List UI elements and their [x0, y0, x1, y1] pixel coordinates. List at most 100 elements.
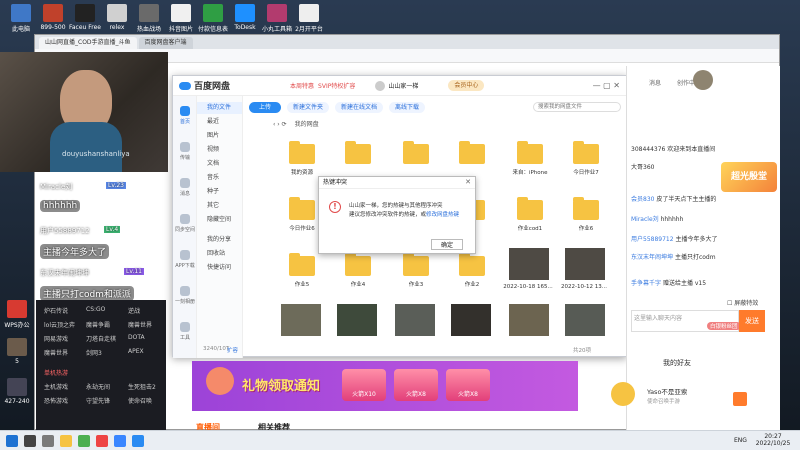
ok-button[interactable]: 确定: [431, 239, 463, 250]
friend-name[interactable]: Yaso不是亚索: [647, 386, 687, 396]
fan-club-tag[interactable]: 白银粉丝团: [707, 322, 741, 330]
folder-icon[interactable]: [573, 197, 599, 220]
exit-icon[interactable]: [733, 392, 747, 406]
promo-link[interactable]: SVIP特权扩容: [318, 81, 355, 90]
video-thumbnail[interactable]: [451, 304, 491, 336]
nav-item[interactable]: 我的文件: [197, 102, 242, 114]
gift-ticket[interactable]: 火箭X8: [394, 369, 438, 401]
folder-icon[interactable]: [403, 253, 429, 276]
window-controls[interactable]: — ▢ ✕: [593, 81, 620, 90]
game-category-link[interactable]: 炉石传说: [44, 306, 68, 315]
folder-icon[interactable]: [573, 141, 599, 164]
member-center-button[interactable]: 会员中心: [448, 80, 485, 91]
video-thumbnail[interactable]: [565, 304, 605, 336]
folder-icon[interactable]: [289, 197, 315, 220]
folder-label[interactable]: 作业5: [277, 280, 327, 288]
game-category-link[interactable]: 主机游戏: [44, 382, 68, 391]
side-rail-item[interactable]: 同步空间: [173, 214, 197, 233]
chat-username[interactable]: Miracle刘: [631, 216, 659, 223]
gift-banner[interactable]: 礼物领取通知 火箭X10 火箭X8 火箭X8: [192, 361, 578, 411]
nav-item[interactable]: 图片: [197, 130, 242, 142]
chat-username[interactable]: 用户55889712: [631, 236, 674, 243]
pan-username[interactable]: 山山家一梯: [388, 81, 418, 90]
folder-icon[interactable]: [459, 253, 485, 276]
desktop-icon[interactable]: 427-240: [0, 378, 34, 405]
folder-label[interactable]: 作业3: [391, 280, 441, 288]
desktop-icon[interactable]: ToDesk: [228, 4, 262, 31]
folder-label[interactable]: 我的资源: [277, 168, 327, 176]
new-folder-button[interactable]: 新建文件夹: [287, 101, 330, 113]
folder-icon[interactable]: [345, 141, 371, 164]
side-rail-item[interactable]: 消息: [173, 178, 197, 197]
wechat-icon[interactable]: [78, 435, 90, 447]
nav-item[interactable]: 最近: [197, 116, 242, 128]
nav-arrows-icon[interactable]: ‹ › ⟳: [273, 121, 287, 128]
search-input[interactable]: [533, 102, 621, 112]
desktop-icon[interactable]: 热血战场: [132, 4, 166, 33]
start-icon[interactable]: [6, 435, 18, 447]
tab-stream[interactable]: 山山网直播_COD手游直播_斗鱼: [39, 37, 137, 49]
search-icon[interactable]: [24, 435, 36, 447]
video-thumbnail[interactable]: [565, 248, 605, 280]
folder-icon[interactable]: [517, 141, 543, 164]
nav-item[interactable]: 隐藏空间: [197, 214, 242, 226]
promo-link[interactable]: 本周特惠: [290, 81, 314, 90]
game-category-link[interactable]: 使命召唤: [128, 396, 152, 405]
chat-username[interactable]: 东汉末年闹坤坤: [631, 254, 673, 261]
promo-badge[interactable]: 超光殷堂: [721, 162, 777, 192]
game-category-link[interactable]: APEX: [128, 348, 144, 355]
folder-label[interactable]: 作业2: [447, 280, 497, 288]
game-category-link[interactable]: 魔兽世界: [128, 320, 152, 329]
nav-item[interactable]: 我的分享: [197, 234, 242, 246]
video-label[interactable]: 2022-10-12 13...: [559, 284, 609, 290]
game-category-link[interactable]: 恐怖游戏: [44, 396, 68, 405]
desktop-icon[interactable]: 小丸工具箱: [260, 4, 294, 33]
side-rail-item[interactable]: 传输: [173, 142, 197, 161]
video-thumbnail[interactable]: [509, 304, 549, 336]
side-rail-item[interactable]: 工具: [173, 322, 197, 341]
side-rail-item[interactable]: 一刻相册: [173, 286, 197, 305]
game-category-link[interactable]: CS:GO: [86, 306, 105, 313]
desktop-icon[interactable]: Faceu Free: [68, 4, 102, 31]
folder-label[interactable]: 来自：iPhone: [505, 168, 555, 176]
desktop-icon[interactable]: relex: [100, 4, 134, 31]
folder-icon[interactable]: [289, 253, 315, 276]
game-category-link[interactable]: 守望先锋: [86, 396, 110, 405]
chrome-icon[interactable]: [114, 435, 126, 447]
modify-hotkey-link[interactable]: 修改网盘热键: [426, 212, 459, 218]
folder-icon[interactable]: [517, 197, 543, 220]
desktop-icon[interactable]: 抖音图片: [164, 4, 198, 33]
nav-item[interactable]: 快捷访问: [197, 262, 242, 274]
game-category-link[interactable]: lol云顶之弈: [44, 320, 75, 329]
upload-button[interactable]: 上传: [249, 101, 282, 113]
messages-link[interactable]: 消息: [649, 78, 661, 87]
video-label[interactable]: 2022-10-18 165...: [503, 284, 553, 290]
game-category-link[interactable]: 网易游戏: [44, 334, 68, 343]
nav-item[interactable]: 其它: [197, 200, 242, 212]
video-thumbnail[interactable]: [395, 304, 435, 336]
baidu-pan-icon[interactable]: [132, 435, 144, 447]
nav-item[interactable]: 文档: [197, 158, 242, 170]
nav-item[interactable]: 视频: [197, 144, 242, 156]
explorer-icon[interactable]: [60, 435, 72, 447]
chat-username[interactable]: 手争幕千字: [631, 280, 661, 287]
nav-item[interactable]: 音乐: [197, 172, 242, 184]
gift-ticket[interactable]: 火箭X10: [342, 369, 386, 401]
gift-ticket[interactable]: 火箭X8: [446, 369, 490, 401]
app-icon[interactable]: [96, 435, 108, 447]
desktop-icon[interactable]: 2月开平台: [292, 4, 326, 33]
folder-icon[interactable]: [289, 141, 315, 164]
desktop-icon[interactable]: 899-500: [36, 4, 70, 31]
close-icon[interactable]: ✕: [465, 178, 471, 186]
new-online-doc-button[interactable]: 新建在线文档: [335, 101, 384, 113]
desktop-icon[interactable]: 5: [0, 338, 34, 365]
game-category-link[interactable]: DOTA: [128, 334, 145, 341]
folder-icon[interactable]: [403, 141, 429, 164]
folder-icon[interactable]: [345, 253, 371, 276]
avatar[interactable]: [611, 382, 635, 406]
folder-icon[interactable]: [459, 141, 485, 164]
side-rail-item[interactable]: APP下载: [173, 250, 197, 269]
folder-label[interactable]: 作业cod1: [505, 224, 555, 232]
chat-username[interactable]: 会员830: [631, 196, 654, 203]
desktop-icon[interactable]: 此电脑: [4, 4, 38, 33]
